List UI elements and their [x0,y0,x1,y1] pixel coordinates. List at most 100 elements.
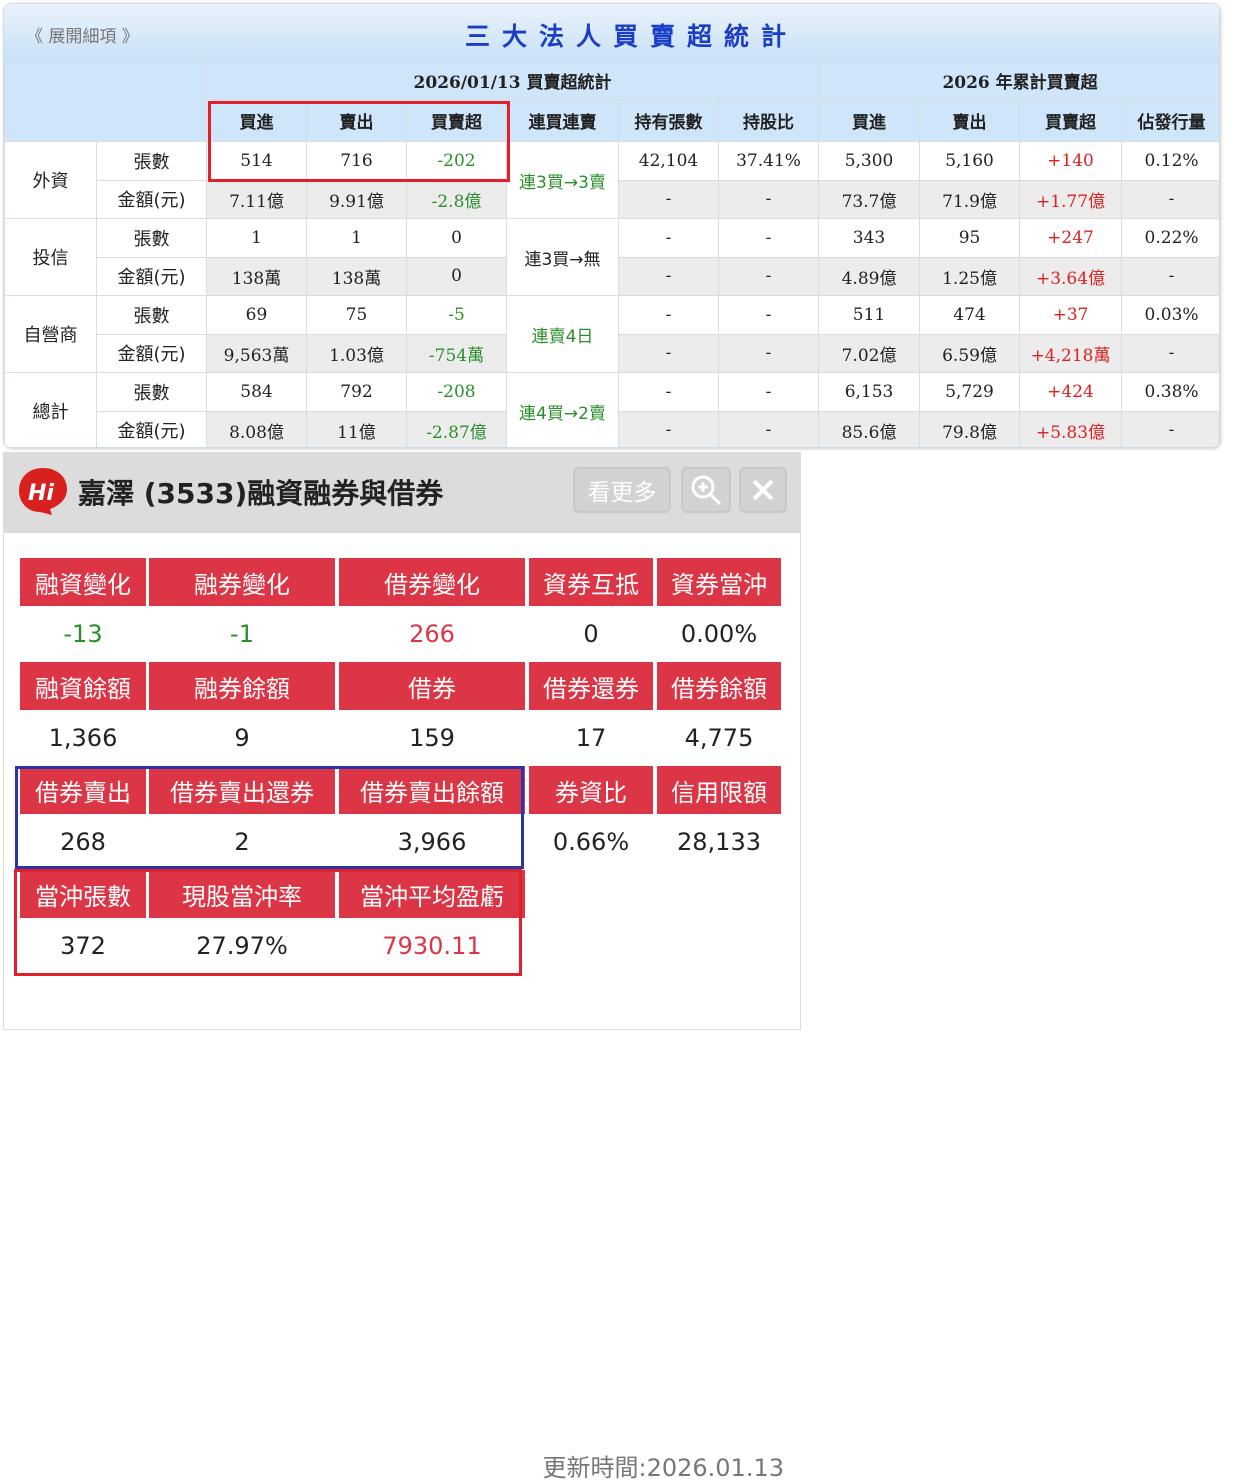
data-cell: 343 [818,218,921,258]
close-button[interactable] [739,467,787,513]
title-bar: 《 展開細項 》 三大法人買賣超統計 [4,4,1219,61]
stat-header: 借券餘額 [657,662,781,710]
data-cell: - [618,295,719,335]
institution-name: 投信 [4,218,97,296]
data-cell: - [1121,256,1219,296]
data-cell: 1 [306,218,407,258]
stat-header: 借券變化 [339,558,525,606]
row-unit-label: 金額(元) [96,410,207,447]
table-title: 三大法人買賣超統計 [464,22,798,51]
panel-header: Hi 嘉澤 (3533)融資融券與借券 看更多 [4,453,800,533]
data-cell: - [717,410,820,447]
institutional-table: 2026/01/13 買賣超統計 2026 年累計買賣超 買進 賣出 買賣超 連買連賣… [4,61,1219,447]
stat-header: 信用限額 [657,766,781,814]
data-cell: 71.9億 [919,179,1021,219]
stat-value: 266 [339,610,525,658]
data-cell: 9.91億 [306,179,407,219]
data-cell: 75 [306,295,407,335]
column-header: 持股比 [717,99,820,142]
stat-value: 17 [529,714,653,762]
hi-logo-icon: Hi [19,468,67,515]
column-header: 買進 [818,99,921,142]
data-cell: 7.11億 [206,179,307,219]
daily-group-header: 2026/01/13 買賣超統計 [205,61,820,100]
streak-cell: 連4買→2賣 [506,372,619,447]
ytd-group-header: 2026 年累計買賣超 [818,61,1219,100]
stat-value: 159 [339,714,525,762]
data-cell: - [1121,333,1219,373]
data-cell: 6.59億 [919,333,1021,373]
stat-header: 融資變化 [20,558,146,606]
data-cell: +37 [1019,295,1123,335]
data-cell: - [717,218,820,258]
data-cell: 0.22% [1121,218,1219,258]
data-cell: - [618,256,719,296]
data-cell: 95 [919,218,1021,258]
data-cell: 37.41% [717,141,820,181]
data-cell: -754萬 [406,333,507,373]
data-cell: 511 [818,295,921,335]
institution-name: 自營商 [4,295,97,373]
institutional-trading-table-panel: 《 展開細項 》 三大法人買賣超統計 2026/01/13 買賣超統計 2026… [3,3,1220,448]
data-cell: 1.03億 [306,333,407,373]
data-cell: - [618,333,719,373]
close-icon [752,479,774,501]
stat-value: 0.00% [657,610,781,658]
stat-value: 4,775 [657,714,781,762]
data-cell: 138萬 [306,256,407,296]
data-cell: 0 [406,218,507,258]
data-cell: 5,300 [818,141,921,181]
row-unit-label: 張數 [96,372,207,412]
table-row: 投信 張數 1 1 0 連3買→無 - -343 95 +247 0.22% [4,218,1219,296]
data-cell: - [618,410,719,447]
row-unit-label: 金額(元) [96,256,207,296]
data-cell: 79.8億 [919,410,1021,447]
data-cell: - [717,295,820,335]
corner-header [4,61,207,142]
see-more-button[interactable]: 看更多 [573,467,671,513]
row-unit-label: 張數 [96,218,207,258]
data-cell: - [717,333,820,373]
data-cell: - [618,372,719,412]
column-header: 佔發行量 [1121,99,1219,142]
streak-cell: 連3買→無 [506,218,619,296]
data-cell: 0.12% [1121,141,1219,181]
stat-header: 融資餘額 [20,662,146,710]
data-cell: - [717,372,820,412]
stat-header: 券資比 [529,766,653,814]
data-cell: 0 [406,256,507,296]
streak-cell: 連3買→3賣 [506,141,619,219]
row-unit-label: 金額(元) [96,179,207,219]
data-cell: - [618,179,719,219]
data-cell: +140 [1019,141,1123,181]
data-cell: 5,160 [919,141,1021,181]
svg-text:Hi: Hi [28,481,54,506]
stat-header: 資券當沖 [657,558,781,606]
data-cell: 5,729 [919,372,1021,412]
streak-cell: 連賣4日 [506,295,619,373]
data-cell: +424 [1019,372,1123,412]
data-cell: 6,153 [818,372,921,412]
data-cell: - [717,179,820,219]
column-header: 持有張數 [618,99,719,142]
data-cell: 42,104 [618,141,719,181]
stat-value: -13 [20,610,146,658]
institution-name: 外資 [4,141,97,219]
data-cell: 474 [919,295,1021,335]
data-cell: -208 [406,372,507,412]
data-cell: 1.25億 [919,256,1021,296]
data-cell: - [1121,410,1219,447]
data-cell: - [618,218,719,258]
data-cell: -5 [406,295,507,335]
data-cell: 1 [206,218,307,258]
table-row: 總計 張數 584 792 -208 連4買→2賣 - -6,153 5,729 +424 0.38… [4,372,1219,447]
data-cell: 7.02億 [818,333,921,373]
data-cell: 9,563萬 [206,333,307,373]
data-cell: 73.7億 [818,179,921,219]
institution-name: 總計 [4,372,97,447]
column-header: 連買連賣 [506,99,619,142]
data-cell: - [1121,179,1219,219]
row-unit-label: 張數 [96,295,207,335]
stat-value: 28,133 [657,818,781,866]
zoom-in-button[interactable] [681,467,731,513]
